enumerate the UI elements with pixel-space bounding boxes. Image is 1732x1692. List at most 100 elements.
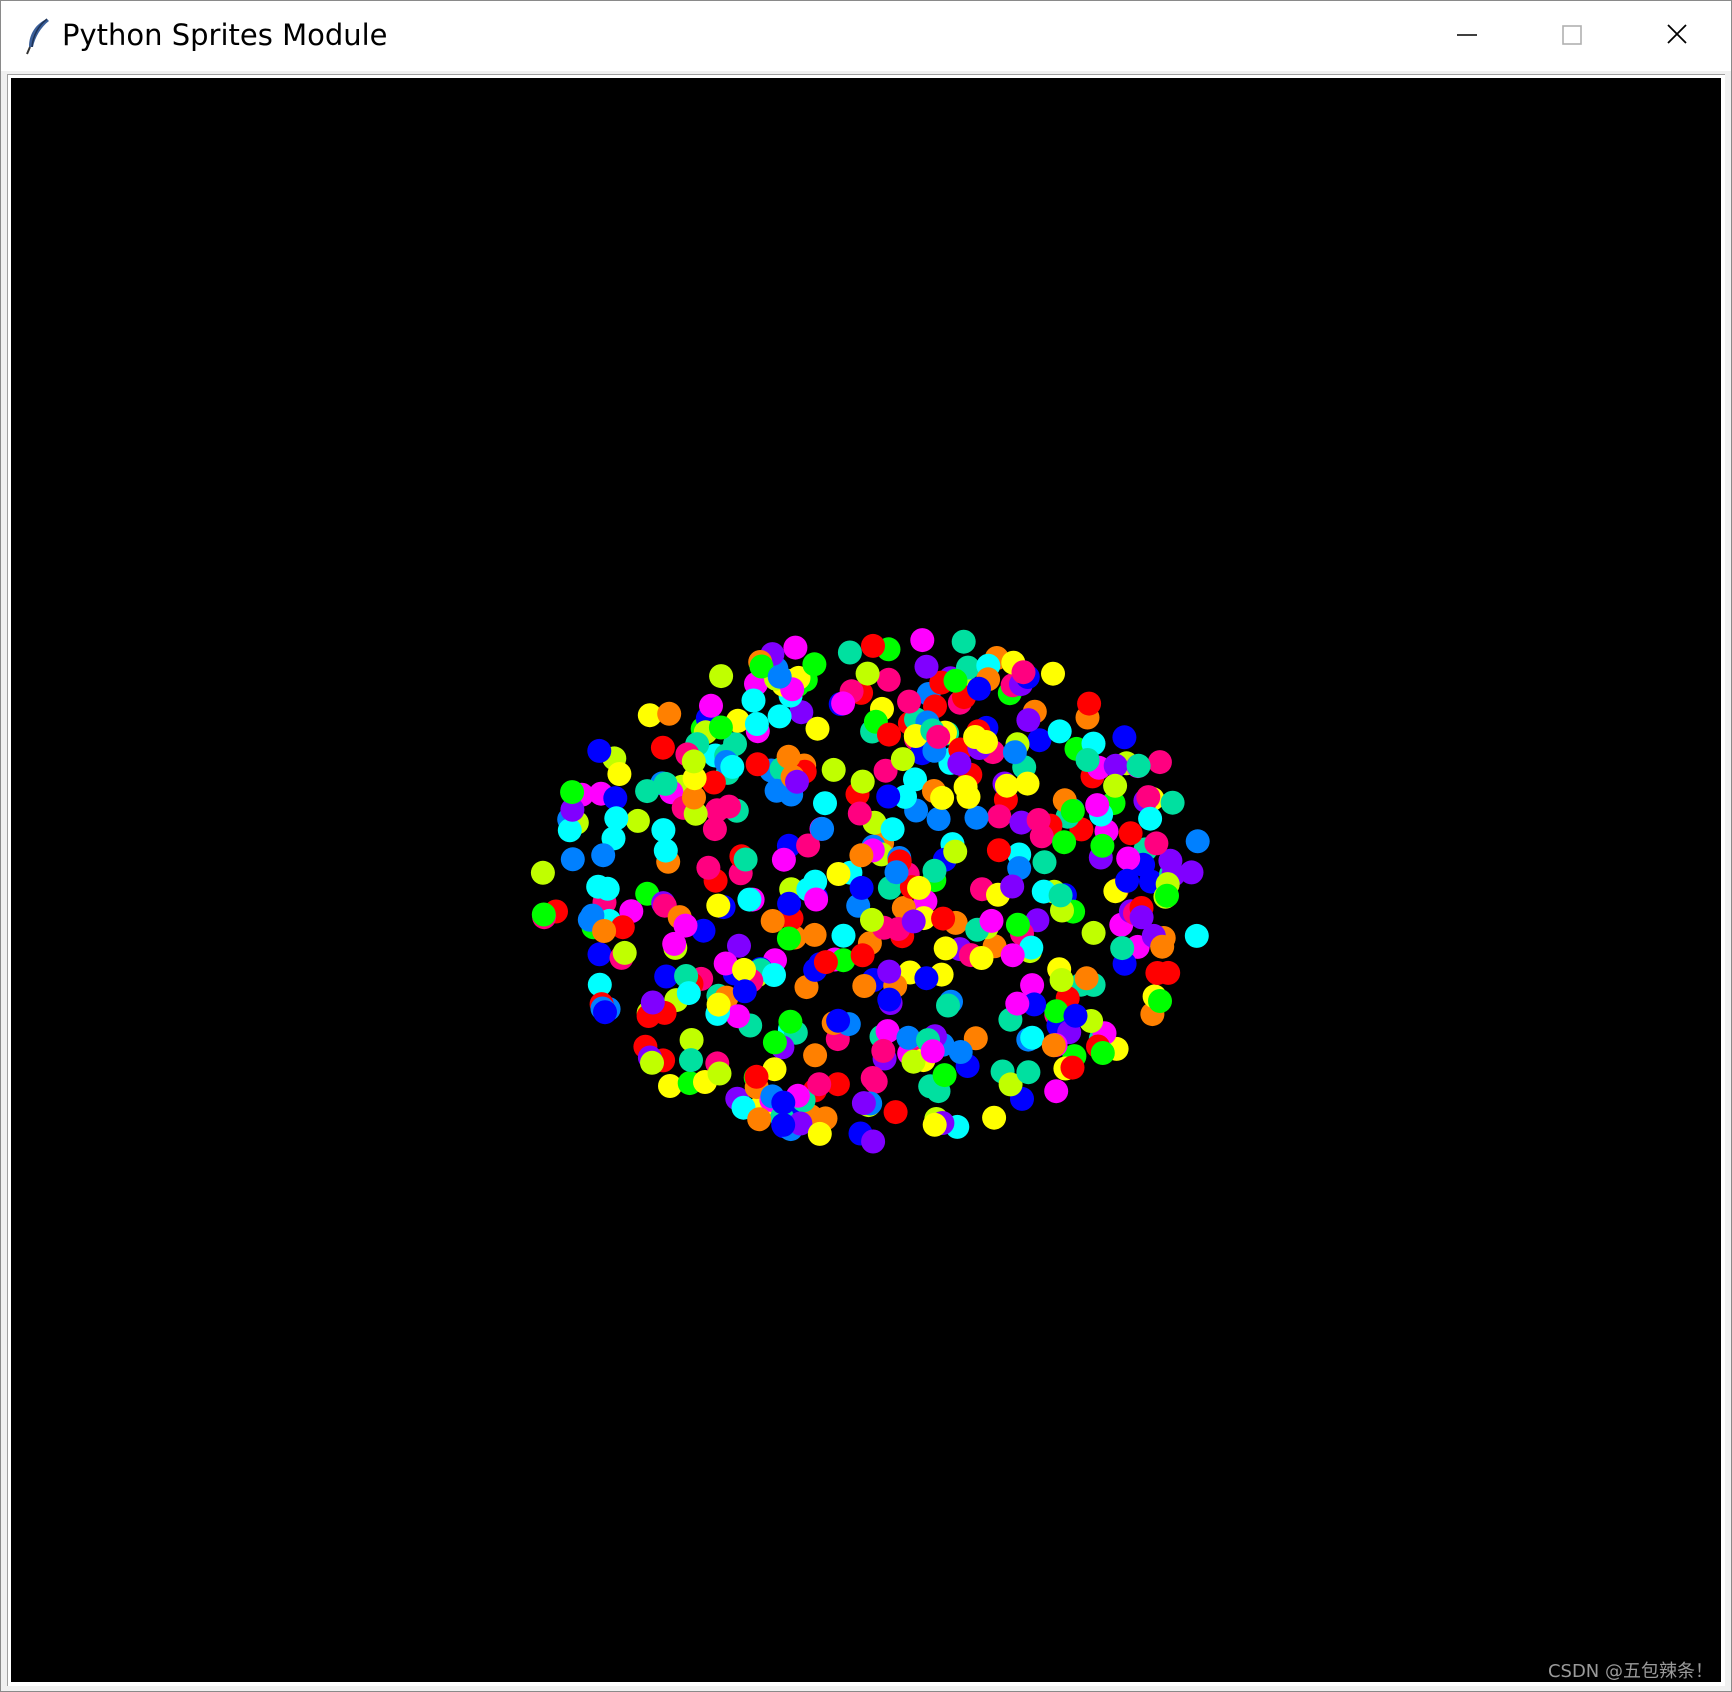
sprite-dot [849, 875, 874, 900]
feather-icon [23, 17, 53, 55]
sprite-dot [979, 908, 1004, 933]
sprite-dot [826, 1008, 851, 1033]
sprite-canvas[interactable] [11, 78, 1721, 1682]
sprite-dot [767, 704, 792, 729]
close-button[interactable] [1625, 1, 1729, 69]
sprite-dot [650, 735, 675, 760]
sprite-dot [963, 725, 988, 749]
sprite-dot [884, 860, 909, 885]
sprite-dot [930, 785, 955, 810]
sprite-dot [803, 1043, 828, 1068]
sprite-dot [530, 860, 555, 885]
sprite-dot [591, 843, 616, 868]
sprite-dot [708, 715, 733, 740]
sprite-dot [778, 1009, 803, 1034]
sprite-dot [860, 1066, 885, 1090]
sprite-dot [673, 913, 698, 938]
sprite-dot [847, 801, 872, 826]
sprite-dot [745, 752, 770, 777]
title-bar[interactable]: Python Sprites Module [1, 1, 1731, 71]
sprite-dot [1041, 1033, 1066, 1058]
sprite-dot [676, 981, 701, 1006]
sprite-dot [1148, 989, 1172, 1013]
sprite-dot [1184, 923, 1209, 948]
sprite-dot [1115, 868, 1140, 893]
sprite-dot [651, 818, 676, 843]
sprite-dot [737, 887, 762, 912]
sprite-dot [855, 661, 880, 686]
sprite-dot [1150, 934, 1175, 959]
sprite-dot [932, 1063, 957, 1088]
sprite-dot [936, 993, 960, 1018]
sprite-dot [956, 784, 981, 809]
sprite-dot [1118, 821, 1143, 846]
sprite-dot [987, 804, 1012, 829]
sprite-dot [1138, 806, 1163, 831]
sprite-dot [1005, 912, 1030, 937]
sprite-dot [625, 808, 650, 833]
minimize-button[interactable] [1415, 1, 1519, 69]
sprite-dot [785, 769, 809, 794]
sprite-dot [850, 943, 875, 968]
sprite-dot [1000, 874, 1025, 899]
sprite-dot [1060, 799, 1085, 823]
sprite-dot [831, 923, 856, 948]
sprite-dot [557, 818, 582, 843]
sprite-dot [592, 919, 617, 943]
sprite-dot [747, 1107, 772, 1132]
sprite-dot [897, 689, 922, 714]
sprite-dot [826, 862, 851, 886]
sprite-dot [986, 838, 1011, 863]
sprite-dot [813, 791, 837, 816]
sprite-dot [720, 754, 745, 779]
sprite-dot [744, 712, 769, 736]
sprite-dot [586, 874, 611, 899]
sprite-dot [805, 716, 830, 741]
sprite-dot [1052, 830, 1077, 855]
sprite-dot [1048, 883, 1073, 908]
sprite-dot [1145, 961, 1170, 985]
sprite-dot [1075, 748, 1100, 772]
sprite-dot [1155, 883, 1179, 908]
sprite-dot [681, 749, 706, 774]
sprite-dot [593, 1000, 617, 1025]
sprite-dot [1129, 905, 1154, 930]
sprite-dot [604, 806, 629, 831]
sprite-dot [732, 979, 757, 1004]
sprite-dot [1090, 833, 1115, 858]
sprite-dot [1063, 1003, 1088, 1028]
sprite-dot [1085, 793, 1110, 818]
sprite-dot [1144, 831, 1169, 856]
sprite-dot [922, 1112, 947, 1137]
sprite-dot [926, 724, 951, 749]
close-icon [1667, 24, 1687, 44]
sprite-dot [1047, 719, 1072, 744]
sprite-dot [947, 751, 972, 776]
sprite-dot [964, 805, 989, 830]
sprite-dot [771, 847, 796, 872]
sprite-dot [744, 1064, 769, 1089]
sprite-dot [931, 906, 956, 931]
sprite-dot [914, 966, 939, 991]
sprite-dot [1112, 725, 1137, 750]
sprite-dot [810, 816, 835, 841]
sprite-dot [702, 817, 727, 842]
maximize-button[interactable] [1520, 1, 1624, 69]
sprite-dot [943, 839, 968, 864]
sprite-dot [852, 974, 877, 998]
sprite-dot [1026, 808, 1051, 832]
sprite-dot [717, 794, 741, 819]
sprite-dot [883, 1100, 908, 1125]
sprite-dot [831, 691, 856, 716]
sprite-dot [901, 909, 926, 934]
sprite-dot [1015, 771, 1040, 796]
sprite-dot [640, 990, 665, 1015]
sprite-dot [657, 701, 682, 726]
sprite-dot [560, 780, 585, 805]
sprite-dot [783, 635, 808, 660]
window-title: Python Sprites Module [62, 18, 388, 52]
sprite-dot [1136, 785, 1161, 810]
sprite-dot [877, 722, 901, 747]
watermark: CSDN @五包辣条！ [1547, 1661, 1713, 1682]
sprite-dot [587, 942, 612, 967]
